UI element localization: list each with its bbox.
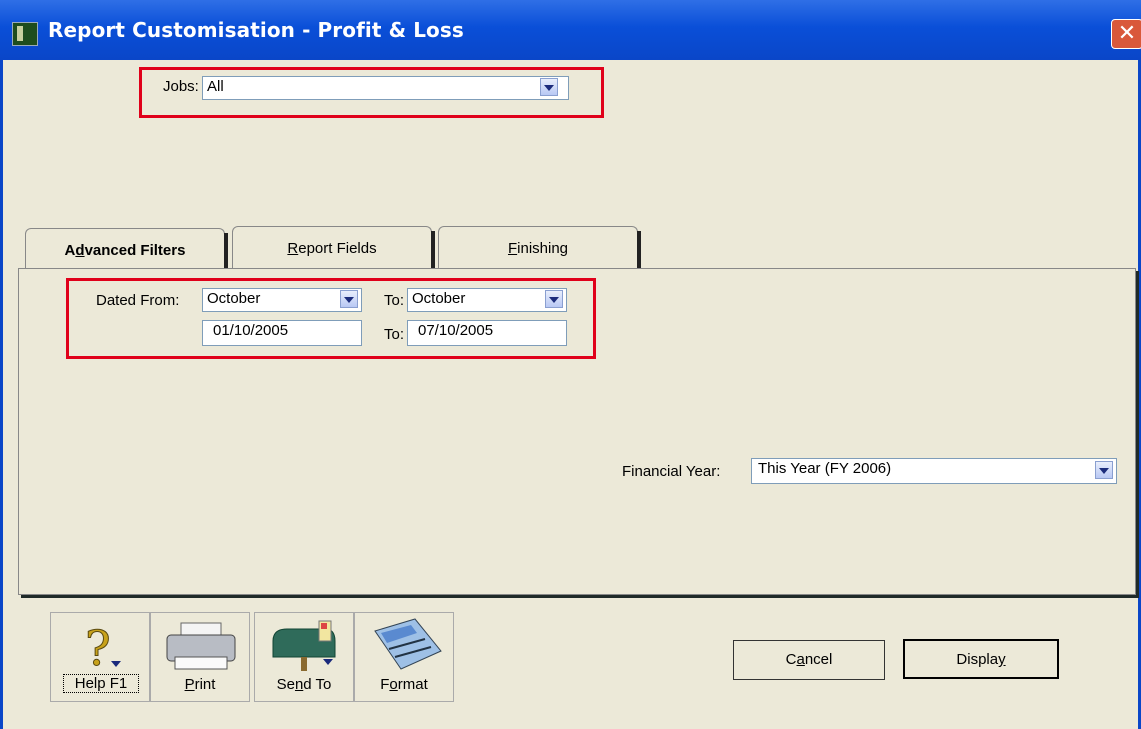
jobs-select[interactable]: All — [202, 76, 569, 100]
to-date-value: 07/10/2005 — [418, 322, 494, 339]
financial-year-dropdown-icon[interactable] — [1095, 461, 1113, 479]
help-label: Help F1 — [63, 674, 139, 693]
to-date-label: To: — [384, 326, 405, 343]
from-date-input[interactable]: 01/10/2005 — [202, 320, 362, 346]
help-icon: ? — [85, 621, 121, 673]
mailbox-icon — [272, 620, 336, 671]
window-title: Report Customisation - Profit & Loss — [48, 18, 464, 42]
tab-report-fields[interactable]: Report Fields — [232, 226, 435, 269]
app-icon — [12, 22, 38, 46]
display-button[interactable]: Display — [903, 639, 1059, 679]
from-month-select[interactable]: October — [202, 288, 362, 312]
jobs-dropdown-icon[interactable] — [540, 78, 558, 96]
help-button[interactable]: ? Help F1 — [50, 612, 150, 702]
cancel-button[interactable]: Cancel — [733, 640, 885, 680]
to-month-label: To: — [384, 292, 405, 309]
close-button[interactable]: ✕ — [1111, 19, 1141, 49]
dated-from-label: Dated From: — [96, 292, 180, 309]
send-to-label: Send To — [276, 676, 332, 693]
jobs-label: Jobs: — [163, 78, 199, 95]
format-icon — [374, 618, 442, 670]
jobs-value: All — [207, 78, 224, 95]
from-month-value: October — [207, 290, 261, 307]
financial-year-label: Financial Year: — [622, 463, 721, 480]
financial-year-select[interactable]: This Year (FY 2006) — [751, 458, 1117, 484]
format-label: Format — [380, 676, 428, 693]
to-month-select[interactable]: October — [407, 288, 567, 312]
format-button[interactable]: Format — [354, 612, 454, 702]
send-to-button[interactable]: Send To — [254, 612, 354, 702]
financial-year-value: This Year (FY 2006) — [758, 460, 892, 477]
to-month-value: October — [412, 290, 466, 307]
to-date-input[interactable]: 07/10/2005 — [407, 320, 567, 346]
tab-finishing[interactable]: Finishing — [438, 226, 641, 269]
title-bar: Report Customisation - Profit & Loss ✕ — [0, 0, 1141, 60]
from-date-value: 01/10/2005 — [213, 322, 289, 339]
print-label: Print — [184, 676, 216, 693]
printer-icon — [166, 622, 236, 670]
print-button[interactable]: Print — [150, 612, 250, 702]
tab-advanced-filters[interactable]: Advanced Filters — [25, 228, 228, 271]
from-month-dropdown-icon[interactable] — [340, 290, 358, 308]
svg-text:?: ? — [85, 621, 111, 673]
to-month-dropdown-icon[interactable] — [545, 290, 563, 308]
